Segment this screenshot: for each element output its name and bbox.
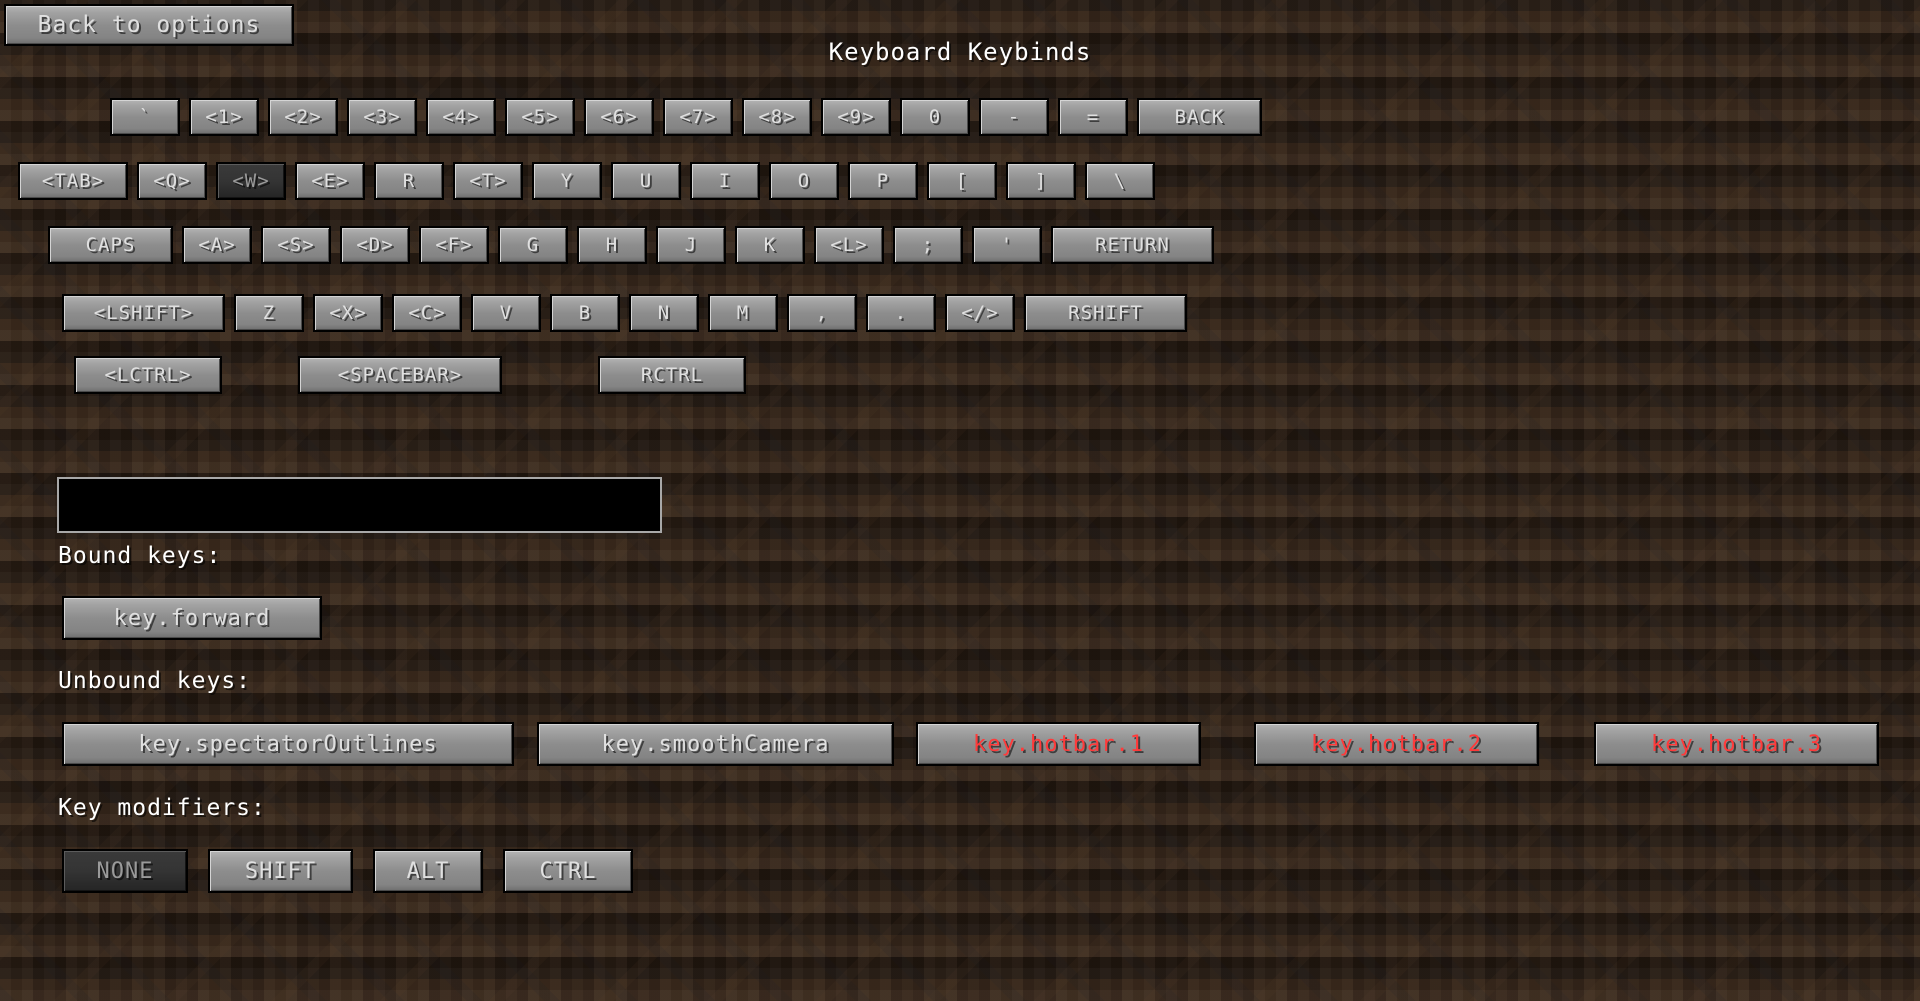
key-rctrl[interactable]: RCTRL bbox=[598, 356, 746, 394]
key-a[interactable]: <A> bbox=[182, 226, 252, 264]
bound-key-key-forward[interactable]: key.forward bbox=[62, 596, 322, 640]
keyboard-row-caps-row: CAPS <A> <S> <D> <F> G H J K <L>; ' RETURN bbox=[48, 226, 1223, 264]
key-modifiers-label: Key modifiers: bbox=[58, 795, 266, 821]
key-lshift[interactable]: <LSHIFT> bbox=[62, 294, 225, 332]
unbound-key-key-hotbar-2[interactable]: key.hotbar.2 bbox=[1254, 722, 1539, 766]
key-v[interactable]: V bbox=[471, 294, 541, 332]
key-;[interactable]: ; bbox=[893, 226, 963, 264]
key-n[interactable]: N bbox=[629, 294, 699, 332]
key-c[interactable]: <C> bbox=[392, 294, 462, 332]
key-,[interactable]: , bbox=[787, 294, 857, 332]
keyboard-row-tab-row: <TAB> <Q> <W> <E> R <T> Y U I O P[] \ bbox=[18, 162, 1164, 200]
modifier-none[interactable]: NONE bbox=[62, 849, 188, 893]
key-/[interactable]: </> bbox=[945, 294, 1015, 332]
key-x[interactable]: <X> bbox=[313, 294, 383, 332]
key-h[interactable]: H bbox=[577, 226, 647, 264]
key-tab[interactable]: <TAB> bbox=[18, 162, 128, 200]
unbound-keys-label: Unbound keys: bbox=[58, 668, 252, 694]
key-o[interactable]: O bbox=[769, 162, 839, 200]
key-'[interactable]: ' bbox=[972, 226, 1042, 264]
key-t[interactable]: <T> bbox=[453, 162, 523, 200]
key-w[interactable]: <W> bbox=[216, 162, 286, 200]
key-q[interactable]: <Q> bbox=[137, 162, 207, 200]
key-l[interactable]: <L> bbox=[814, 226, 884, 264]
key-k[interactable]: K bbox=[735, 226, 805, 264]
key-4[interactable]: <4> bbox=[426, 98, 496, 136]
keybind-search-input[interactable] bbox=[57, 477, 662, 533]
key-[[interactable]: [ bbox=[927, 162, 997, 200]
key-f[interactable]: <F> bbox=[419, 226, 489, 264]
key-0[interactable]: 0 bbox=[900, 98, 970, 136]
key-y[interactable]: Y bbox=[532, 162, 602, 200]
key--[interactable]: - bbox=[979, 98, 1049, 136]
key-=[interactable]: = bbox=[1058, 98, 1128, 136]
key-7[interactable]: <7> bbox=[663, 98, 733, 136]
key-return[interactable]: RETURN bbox=[1051, 226, 1214, 264]
key-`[interactable]: ` bbox=[110, 98, 180, 136]
key-1[interactable]: <1> bbox=[189, 98, 259, 136]
key-d[interactable]: <D> bbox=[340, 226, 410, 264]
keyboard-row-ctrl-row: <LCTRL> <SPACEBAR> RCTRL bbox=[74, 356, 755, 394]
key-8[interactable]: <8> bbox=[742, 98, 812, 136]
key-caps[interactable]: CAPS bbox=[48, 226, 173, 264]
unbound-key-key-hotbar-1[interactable]: key.hotbar.1 bbox=[916, 722, 1201, 766]
modifier-alt[interactable]: ALT bbox=[373, 849, 483, 893]
key-][interactable]: ] bbox=[1006, 162, 1076, 200]
key-p[interactable]: P bbox=[848, 162, 918, 200]
key-3[interactable]: <3> bbox=[347, 98, 417, 136]
key-j[interactable]: J bbox=[656, 226, 726, 264]
key-spacebar[interactable]: <SPACEBAR> bbox=[298, 356, 502, 394]
key-9[interactable]: <9> bbox=[821, 98, 891, 136]
key-lctrl[interactable]: <LCTRL> bbox=[74, 356, 222, 394]
key-b[interactable]: B bbox=[550, 294, 620, 332]
key-rshift[interactable]: RSHIFT bbox=[1024, 294, 1187, 332]
key-5[interactable]: <5> bbox=[505, 98, 575, 136]
key-g[interactable]: G bbox=[498, 226, 568, 264]
keyboard-row-number-row: ` <1> <2> <3> <4> <5> <6> <7> <8> <9> 0- = BACK bbox=[110, 98, 1271, 136]
key-2[interactable]: <2> bbox=[268, 98, 338, 136]
key-r[interactable]: R bbox=[374, 162, 444, 200]
modifier-ctrl[interactable]: CTRL bbox=[503, 849, 633, 893]
key-e[interactable]: <E> bbox=[295, 162, 365, 200]
key-\[interactable]: \ bbox=[1085, 162, 1155, 200]
keyboard-row-shift-row: <LSHIFT> Z <X> <C> V B N M,. </> RSHIFT bbox=[62, 294, 1196, 332]
key-m[interactable]: M bbox=[708, 294, 778, 332]
unbound-key-key-smoothcamera[interactable]: key.smoothCamera bbox=[537, 722, 894, 766]
unbound-key-key-spectatoroutlines[interactable]: key.spectatorOutlines bbox=[62, 722, 514, 766]
key-s[interactable]: <S> bbox=[261, 226, 331, 264]
modifier-shift[interactable]: SHIFT bbox=[208, 849, 353, 893]
key-6[interactable]: <6> bbox=[584, 98, 654, 136]
key-back[interactable]: BACK bbox=[1137, 98, 1262, 136]
keybinds-screen: Back to options Keyboard Keybinds ` <1> <2… bbox=[0, 0, 1920, 1001]
bound-keys-label: Bound keys: bbox=[58, 543, 222, 569]
unbound-key-key-hotbar-3[interactable]: key.hotbar.3 bbox=[1594, 722, 1879, 766]
key-u[interactable]: U bbox=[611, 162, 681, 200]
key-i[interactable]: I bbox=[690, 162, 760, 200]
page-title: Keyboard Keybinds bbox=[828, 38, 1092, 66]
key-.[interactable]: . bbox=[866, 294, 936, 332]
key-z[interactable]: Z bbox=[234, 294, 304, 332]
